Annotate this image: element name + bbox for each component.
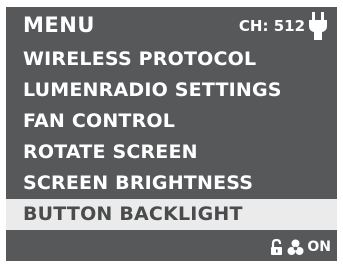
menu-item-label: BUTTON BACKLIGHT	[23, 203, 243, 225]
backlight-state: ON	[307, 239, 331, 255]
device-screen: MENU CH: 512 WIRELESS PROTOCOL LUMENRADI…	[6, 7, 337, 261]
fan-icon	[287, 239, 304, 255]
menu-item-label: LUMENRADIO SETTINGS	[23, 79, 282, 101]
page-title: MENU	[23, 13, 95, 37]
menu-item-lumenradio-settings[interactable]: LUMENRADIO SETTINGS	[6, 75, 337, 106]
menu-item-button-backlight[interactable]: BUTTON BACKLIGHT	[6, 199, 337, 230]
menu-item-rotate-screen[interactable]: ROTATE SCREEN	[6, 137, 337, 168]
menu-item-label: FAN CONTROL	[23, 110, 176, 132]
menu-item-wireless-protocol[interactable]: WIRELESS PROTOCOL	[6, 44, 337, 75]
menu-header: MENU CH: 512	[6, 7, 337, 43]
plug-icon	[309, 12, 327, 40]
menu-item-label: ROTATE SCREEN	[23, 141, 198, 163]
menu-item-fan-control[interactable]: FAN CONTROL	[6, 106, 337, 137]
status-icons: ON	[270, 238, 331, 256]
channel-readout: CH: 512	[238, 17, 305, 35]
menu-item-label: SCREEN BRIGHTNESS	[23, 172, 254, 194]
settings-menu: WIRELESS PROTOCOL LUMENRADIO SETTINGS FA…	[6, 44, 337, 230]
menu-item-screen-brightness[interactable]: SCREEN BRIGHTNESS	[6, 168, 337, 199]
unlocked-icon	[271, 238, 283, 255]
status-bar: ON	[6, 233, 337, 261]
menu-item-label: WIRELESS PROTOCOL	[23, 48, 257, 70]
